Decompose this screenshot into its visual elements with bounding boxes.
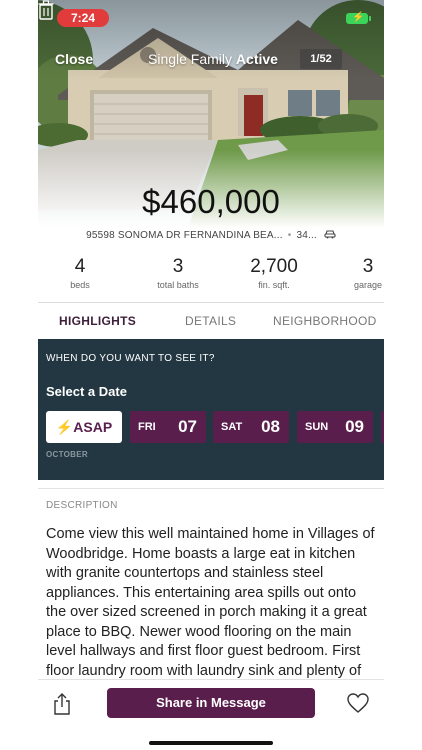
schedule-question: WHEN DO YOU WANT TO SEE IT? bbox=[46, 353, 215, 364]
asap-button[interactable]: ⚡ASAP bbox=[46, 411, 122, 443]
listing-status: Active bbox=[235, 51, 278, 67]
date-button-sun[interactable]: SUN 09 bbox=[297, 411, 373, 443]
stat-label: beds bbox=[70, 280, 90, 290]
address-row[interactable]: 95598 SONOMA DR FERNANDINA BEA... • 34... bbox=[38, 229, 384, 241]
day-date: 09 bbox=[345, 417, 364, 436]
lightning-icon: ⚡ bbox=[55, 419, 74, 435]
section-tabs: HIGHLIGHTS DETAILS NEIGHBORHOOD bbox=[38, 302, 384, 340]
trash-icon[interactable] bbox=[38, 0, 54, 20]
car-icon bbox=[324, 230, 336, 239]
day-name: SAT bbox=[221, 421, 243, 433]
tab-highlights[interactable]: HIGHLIGHTS bbox=[59, 303, 136, 339]
listing-price: $460,000 bbox=[142, 183, 280, 220]
stat-value: 3 bbox=[362, 256, 374, 277]
stat-value: 4 bbox=[74, 256, 86, 277]
stat-garage: 3 garage bbox=[348, 256, 384, 290]
divider bbox=[38, 488, 384, 489]
day-date: 08 bbox=[261, 417, 280, 436]
stat-sqft: 2,700 fin. sqft. bbox=[244, 256, 304, 290]
schedule-panel: WHEN DO YOU WANT TO SEE IT? Select a Dat… bbox=[38, 339, 384, 480]
day-name: FRI bbox=[138, 421, 156, 433]
stat-label: garage bbox=[353, 280, 383, 290]
stat-value: 3 bbox=[172, 256, 184, 277]
asap-label: ASAP bbox=[73, 419, 113, 435]
separator-dot: • bbox=[287, 230, 292, 241]
heart-icon[interactable] bbox=[346, 692, 370, 714]
listing-type-status: Single Family Active bbox=[148, 51, 278, 67]
address-extra: 34... bbox=[296, 230, 317, 241]
property-stats: 4 beds 3 total baths 2,700 fin. sqft. 3 … bbox=[38, 256, 384, 296]
stat-beds: 4 beds bbox=[60, 256, 100, 290]
stat-label: total baths bbox=[157, 280, 199, 290]
battery-icon: ⚡ bbox=[346, 12, 371, 24]
month-label: OCTOBER bbox=[46, 450, 88, 459]
home-indicator[interactable] bbox=[149, 741, 273, 745]
date-button-fri[interactable]: FRI 07 bbox=[130, 411, 206, 443]
photo-counter: 1/52 bbox=[300, 49, 342, 69]
description-label: DESCRIPTION bbox=[46, 500, 118, 511]
day-name: SUN bbox=[305, 421, 329, 433]
listing-type: Single Family bbox=[148, 51, 233, 67]
stat-value: 2,700 bbox=[250, 256, 298, 277]
tab-neighborhood[interactable]: NEIGHBORHOOD bbox=[273, 303, 377, 339]
tab-details[interactable]: DETAILS bbox=[185, 303, 236, 339]
listing-screen: 7:24 ⚡ Close Single Family Active 1/52 $… bbox=[38, 0, 384, 750]
schedule-heading: Select a Date bbox=[46, 384, 127, 399]
stat-baths: 3 total baths bbox=[148, 256, 208, 290]
share-in-message-button[interactable]: Share in Message bbox=[107, 688, 315, 718]
date-button-sat[interactable]: SAT 08 bbox=[213, 411, 289, 443]
status-time: 7:24 bbox=[57, 9, 109, 27]
charging-bolt-icon: ⚡ bbox=[352, 12, 365, 23]
stat-label: fin. sqft. bbox=[258, 280, 290, 290]
share-icon[interactable] bbox=[52, 692, 72, 716]
close-button[interactable]: Close bbox=[55, 51, 93, 67]
day-date: 07 bbox=[178, 417, 197, 436]
bottom-action-bar: Share in Message bbox=[38, 679, 384, 750]
description-text: Come view this well maintained home in V… bbox=[46, 526, 375, 679]
date-button-next[interactable] bbox=[381, 411, 384, 443]
address-text: 95598 SONOMA DR FERNANDINA BEA... bbox=[86, 230, 283, 241]
